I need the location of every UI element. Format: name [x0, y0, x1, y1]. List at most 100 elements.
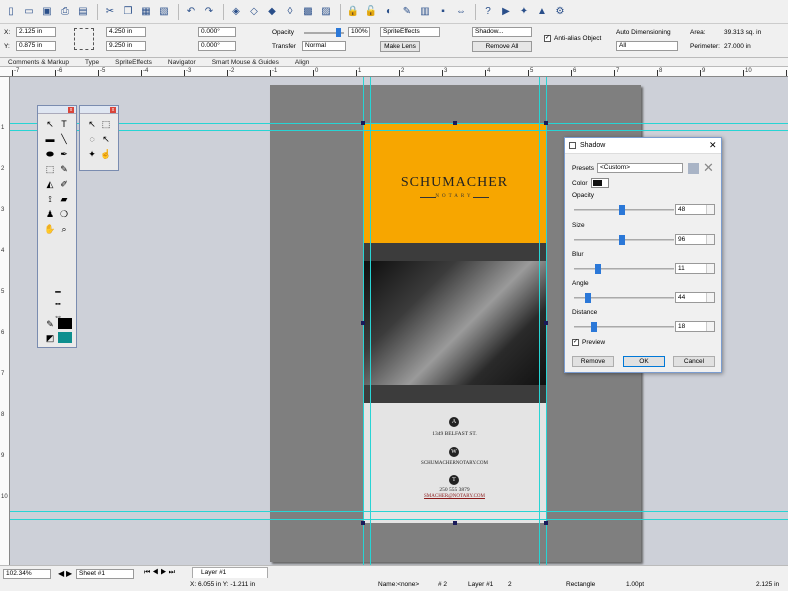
- color-swatch[interactable]: [591, 178, 609, 188]
- preview-icon[interactable]: ▤: [75, 4, 91, 20]
- selection-handle[interactable]: [453, 121, 457, 125]
- line-style-dashed[interactable]: ╍: [44, 298, 72, 310]
- distance-thumb[interactable]: [591, 322, 597, 332]
- sprite-icon[interactable]: ✦: [516, 4, 532, 20]
- remove-button[interactable]: Remove: [572, 356, 614, 367]
- chart-icon[interactable]: ▲: [534, 4, 550, 20]
- lasso-icon[interactable]: ◌: [86, 133, 98, 145]
- shadow-select[interactable]: Shadow...: [472, 27, 532, 37]
- spriteeffects-select[interactable]: SpriteEffects: [380, 27, 440, 37]
- opacity-spinner[interactable]: 48: [675, 204, 715, 215]
- selection-handle[interactable]: [544, 321, 548, 325]
- remove-all-button[interactable]: Remove All: [472, 41, 532, 52]
- swap-color-icon[interactable]: ◩: [44, 332, 56, 344]
- stroke-color-swatch[interactable]: [58, 332, 72, 343]
- tab-comments-markup[interactable]: Comments & Markup: [0, 58, 77, 66]
- close-icon[interactable]: x: [68, 107, 74, 113]
- guide-v2[interactable]: [370, 77, 371, 565]
- cancel-button[interactable]: Cancel: [673, 356, 715, 367]
- preview-checkbox[interactable]: ✓: [572, 339, 579, 346]
- send-back-icon[interactable]: ◊: [282, 4, 298, 20]
- save-icon[interactable]: ▣: [39, 4, 55, 20]
- skew-field[interactable]: 0.000°: [198, 41, 236, 51]
- tab-type[interactable]: Type: [77, 58, 107, 66]
- prev-sheet-icon[interactable]: ▶: [66, 569, 72, 578]
- crop-tool-icon[interactable]: ⬚: [44, 163, 56, 175]
- close-icon[interactable]: ✕: [709, 140, 717, 151]
- distance-slider[interactable]: [574, 322, 674, 332]
- image-icon[interactable]: ▥: [417, 4, 433, 20]
- send-backward-icon[interactable]: ◇: [246, 4, 262, 20]
- tab-smart-mouse-guides[interactable]: Smart Mouse & Guides: [204, 58, 287, 66]
- ellipse-tool-icon[interactable]: ⬬: [44, 148, 56, 160]
- layer-nav-icons[interactable]: ⏮ ◀ ▶ ⏭: [144, 569, 175, 577]
- cut-icon[interactable]: ✂: [102, 4, 118, 20]
- pen-tool-icon[interactable]: ✒: [58, 148, 70, 160]
- rectangle-tool-icon[interactable]: ▬: [44, 133, 56, 145]
- paste-icon[interactable]: ▦: [138, 4, 154, 20]
- brush-tool-icon[interactable]: ✎: [58, 163, 70, 175]
- size-spinner[interactable]: 96: [675, 234, 715, 245]
- guide-h1[interactable]: [10, 123, 788, 124]
- zoom-select[interactable]: 102.34%: [3, 569, 51, 579]
- selection-handle[interactable]: [544, 121, 548, 125]
- copy-icon[interactable]: ❐: [120, 4, 136, 20]
- line-style-solid[interactable]: ━: [44, 286, 72, 298]
- transfer-select[interactable]: Normal: [302, 41, 346, 51]
- eyedropper-icon[interactable]: ✐: [58, 178, 70, 190]
- rotation-field[interactable]: 0.000°: [198, 27, 236, 37]
- new-icon[interactable]: ▯: [3, 4, 19, 20]
- first-sheet-icon[interactable]: ◀: [58, 569, 64, 578]
- help-icon[interactable]: ?: [480, 4, 496, 20]
- dialog-titlebar[interactable]: Shadow ✕: [565, 138, 721, 154]
- ok-button[interactable]: OK: [623, 356, 665, 367]
- bring-front-icon[interactable]: ◆: [264, 4, 280, 20]
- make-lens-button[interactable]: Make Lens: [380, 41, 420, 52]
- selection-handle[interactable]: [361, 121, 365, 125]
- hand-tool-icon[interactable]: ✋: [44, 223, 56, 235]
- zoom-tool-icon[interactable]: ⌕: [58, 223, 70, 235]
- magic-wand-icon[interactable]: ✦: [86, 148, 98, 160]
- guide-h2[interactable]: [10, 130, 788, 131]
- fill-color-icon[interactable]: ✎: [44, 318, 56, 330]
- bubble-tool-icon[interactable]: ❍: [58, 208, 70, 220]
- bring-forward-icon[interactable]: ◈: [228, 4, 244, 20]
- presets-select[interactable]: <Custom>: [597, 163, 683, 173]
- shape-tool-icon[interactable]: ▰: [58, 193, 70, 205]
- selection-handle[interactable]: [361, 521, 365, 525]
- sheet-select[interactable]: Sheet #1: [76, 569, 134, 579]
- tool-palette-titlebar[interactable]: x: [38, 106, 76, 114]
- size-slider[interactable]: [574, 235, 674, 245]
- x-field[interactable]: 2.125 in: [16, 27, 56, 37]
- tab-align[interactable]: Align: [287, 58, 317, 66]
- angle-slider[interactable]: [574, 293, 674, 303]
- opacity-slider[interactable]: [304, 28, 344, 37]
- finger-icon[interactable]: ☝: [100, 148, 112, 160]
- ungroup-icon[interactable]: ▨: [318, 4, 334, 20]
- opacity-slider[interactable]: [574, 205, 674, 215]
- angle-thumb[interactable]: [585, 293, 591, 303]
- guide-h3[interactable]: [10, 511, 788, 512]
- fill-color-swatch[interactable]: [58, 318, 72, 329]
- blur-spinner[interactable]: 11: [675, 263, 715, 274]
- group-icon[interactable]: ▩: [300, 4, 316, 20]
- text-tool-icon[interactable]: T: [58, 118, 70, 130]
- select-arrow-icon[interactable]: ↖: [44, 118, 56, 130]
- angle-spinner[interactable]: 44: [675, 292, 715, 303]
- layer-tab[interactable]: Layer #1: [192, 567, 268, 578]
- y-field[interactable]: 0.875 in: [16, 41, 56, 51]
- print-icon[interactable]: ⎙: [57, 4, 73, 20]
- guide-h4[interactable]: [10, 519, 788, 520]
- selection-handle[interactable]: [361, 321, 365, 325]
- pointer-icon[interactable]: ↖: [86, 118, 98, 130]
- opacity-field[interactable]: 100%: [348, 27, 370, 37]
- settings-icon[interactable]: ⚙: [552, 4, 568, 20]
- selection-palette-titlebar[interactable]: x: [80, 106, 118, 114]
- shadow-icon[interactable]: ▪: [435, 4, 451, 20]
- tab-navigator[interactable]: Navigator: [160, 58, 204, 66]
- anchor-grid-icon[interactable]: [74, 28, 94, 50]
- opacity-thumb[interactable]: [619, 205, 625, 215]
- stamp-tool-icon[interactable]: ♟: [44, 208, 56, 220]
- antialias-checkbox[interactable]: ✓: [544, 35, 551, 42]
- redo-icon[interactable]: ↷: [201, 4, 217, 20]
